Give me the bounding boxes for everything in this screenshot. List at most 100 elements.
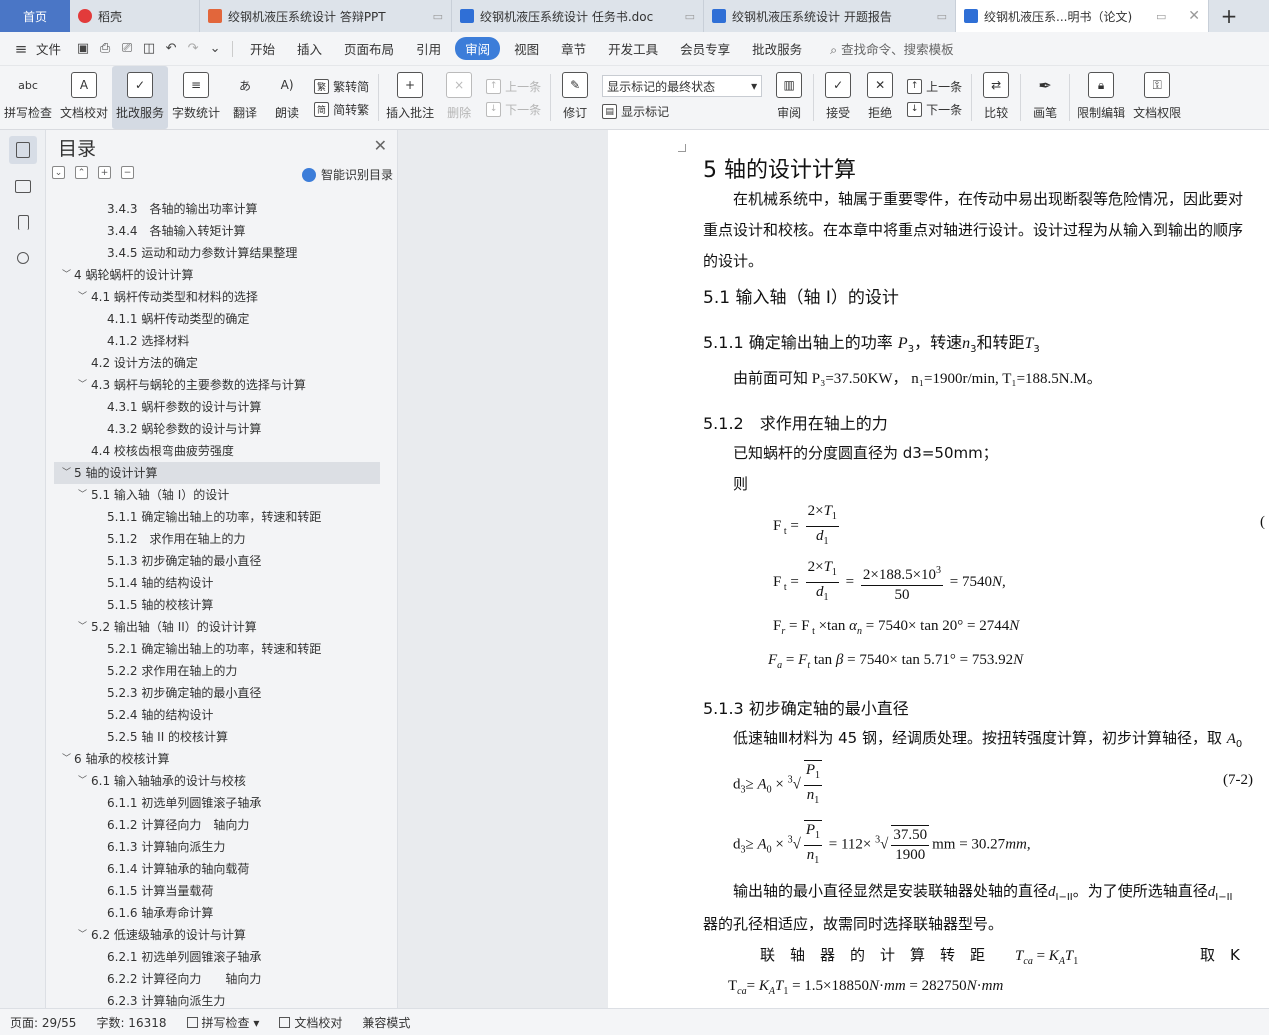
reject-button[interactable]: ✕ 拒绝	[859, 66, 901, 129]
toc-item[interactable]: ﹀ 5.1 输入轴（轴 I）的设计	[54, 484, 380, 506]
toc-item[interactable]: ﹀ 4.3 蜗杆与蜗轮的主要参数的选择与计算	[54, 374, 380, 396]
toc-item[interactable]: ﹀ 4 蜗轮蜗杆的设计计算	[54, 264, 380, 286]
next-comment-button[interactable]: ↓ 下一条	[486, 101, 541, 118]
document-page[interactable]: 5 轴的设计计算 在机械系统中，轴属于重要零件，在传动中易出现断裂等危险情况，因…	[608, 130, 1269, 1008]
trad-to-simp-button[interactable]: 繁繁转简	[314, 78, 369, 95]
toc-item[interactable]: 6.1.2 计算径向力 轴向力	[54, 814, 380, 836]
collapse-icon[interactable]: ⌄	[52, 166, 65, 179]
chevron-down-icon[interactable]: ﹀	[62, 462, 71, 484]
redo-icon[interactable]: ↷	[182, 41, 204, 56]
menu-member[interactable]: 会员专享	[669, 39, 741, 58]
tab-ppt[interactable]: 绞钢机液压系统设计 答辩PPT ▭	[200, 0, 452, 32]
menu-layout[interactable]: 页面布局	[333, 39, 405, 58]
word-count-button[interactable]: ≡ 字数统计	[168, 66, 224, 129]
simp-to-trad-button[interactable]: 简简转繁	[314, 101, 369, 118]
toc-item[interactable]: 5.1.2 求作用在轴上的力	[54, 528, 380, 550]
menu-insert[interactable]: 插入	[286, 39, 333, 58]
accept-button[interactable]: ✓ 接受	[817, 66, 859, 129]
toc-item[interactable]: 3.4.3 各轴的输出功率计算	[54, 198, 380, 220]
undo-icon[interactable]: ↶	[160, 41, 182, 56]
doc-permission-button[interactable]: ⚿ 文档权限	[1129, 66, 1185, 129]
prev-comment-button[interactable]: ↑ 上一条	[486, 78, 541, 95]
toc-item[interactable]: 5.1.3 初步确定轴的最小直径	[54, 550, 380, 572]
menu-start[interactable]: 开始	[239, 39, 286, 58]
toc-item[interactable]: 5.1.4 轴的结构设计	[54, 572, 380, 594]
track-changes-button[interactable]: ✎ 修订	[554, 66, 596, 129]
toc-item[interactable]: 6.1.1 初选单列圆锥滚子轴承	[54, 792, 380, 814]
toc-item[interactable]: 6.1.4 计算轴承的轴向载荷	[54, 858, 380, 880]
pen-button[interactable]: ✒ 画笔	[1024, 66, 1066, 129]
toc-item[interactable]: 6.1.5 计算当量载荷	[54, 880, 380, 902]
tab-task-doc[interactable]: 绞钢机液压系统设计 任务书.doc ▭	[452, 0, 704, 32]
chevron-down-icon[interactable]: ﹀	[78, 616, 87, 638]
toc-item[interactable]: ﹀ 5.2 输出轴（轴 II）的设计计算	[54, 616, 380, 638]
delete-comment-button[interactable]: × 删除	[438, 66, 480, 129]
toc-item[interactable]: 4.4 校核齿根弯曲疲劳强度	[54, 440, 380, 462]
spellcheck-toggle[interactable]: 拼写检查 ▾	[177, 1014, 270, 1031]
toc-item[interactable]: 6.1.6 轴承寿命计算	[54, 902, 380, 924]
toc-item[interactable]: 5.2.1 确定输出轴上的功率，转速和转距	[54, 638, 380, 660]
toc-item[interactable]: ﹀ 4.1 蜗杆传动类型和材料的选择	[54, 286, 380, 308]
print-icon[interactable]: ⎚	[116, 41, 138, 56]
toc-item[interactable]: 5.1.1 确定输出轴上的功率，转速和转距	[54, 506, 380, 528]
toc-item[interactable]: ﹀ 6.1 输入轴轴承的设计与校核	[54, 770, 380, 792]
translate-button[interactable]: あ翻译	[224, 66, 266, 129]
spellcheck-button[interactable]: abc 拼写检查	[0, 66, 56, 129]
insert-comment-button[interactable]: + 插入批注	[382, 66, 438, 129]
chevron-down-icon[interactable]: ﹀	[78, 924, 87, 946]
menu-correction[interactable]: 批改服务	[741, 39, 813, 58]
restrict-edit-button[interactable]: 🔒︎ 限制编辑	[1073, 66, 1129, 129]
tab-docer[interactable]: 稻壳	[70, 0, 200, 32]
chevron-down-icon[interactable]: ⌄	[204, 41, 226, 56]
monitor-icon[interactable]: ▭	[425, 10, 443, 23]
toc-item[interactable]: 5.2.5 轴 II 的校核计算	[54, 726, 380, 748]
monitor-icon[interactable]: ▭	[1148, 10, 1166, 23]
smart-toc-button[interactable]: 智能识别目录	[301, 166, 393, 183]
display-state-select[interactable]: 显示标记的最终状态 ▾	[602, 75, 763, 97]
preview-icon[interactable]: ◫	[138, 41, 160, 56]
toc-item[interactable]: ﹀ 6.2 低速级轴承的设计与计算	[54, 924, 380, 946]
menu-view[interactable]: 视图	[503, 39, 550, 58]
chapter-nav-icon[interactable]	[9, 172, 37, 200]
toc-item[interactable]: 4.3.2 蜗轮参数的设计与计算	[54, 418, 380, 440]
word-count[interactable]: 字数: 16318	[86, 1014, 176, 1031]
menu-reference[interactable]: 引用	[405, 39, 452, 58]
toc-item[interactable]: 3.4.4 各轴输入转矩计算	[54, 220, 380, 242]
toc-item[interactable]: 4.3.1 蜗杆参数的设计与计算	[54, 396, 380, 418]
toc-item[interactable]: ﹀ 6 轴承的校核计算	[54, 748, 380, 770]
toc-item[interactable]: 6.1.3 计算轴向派生力	[54, 836, 380, 858]
chevron-down-icon[interactable]: ﹀	[78, 286, 87, 308]
read-aloud-button[interactable]: A) 朗读	[266, 66, 308, 129]
toc-item[interactable]: 5.2.2 求作用在轴上的力	[54, 660, 380, 682]
toc-item[interactable]: 4.1.1 蜗杆传动类型的确定	[54, 308, 380, 330]
menu-devtools[interactable]: 开发工具	[597, 39, 669, 58]
tab-thesis[interactable]: 绞钢机液压系...明书（论文) ▭ ✕	[956, 0, 1209, 32]
menu-review[interactable]: 审阅	[455, 37, 501, 60]
monitor-icon[interactable]: ▭	[929, 10, 947, 23]
toc-item[interactable]: 6.2.1 初选单列圆锥滚子轴承	[54, 946, 380, 968]
next-change-button[interactable]: ↓ 下一条	[907, 101, 962, 118]
new-tab-button[interactable]: +	[1209, 0, 1249, 32]
save-icon[interactable]: ▣	[72, 41, 94, 56]
chevron-down-icon[interactable]: ﹀	[78, 770, 87, 792]
toc-item[interactable]: 5.2.3 初步确定轴的最小直径	[54, 682, 380, 704]
chevron-down-icon[interactable]: ﹀	[78, 374, 87, 396]
minus-icon[interactable]: −	[121, 166, 134, 179]
plus-icon[interactable]: +	[98, 166, 111, 179]
proofread-toggle[interactable]: 文档校对	[269, 1014, 352, 1031]
chevron-down-icon[interactable]: ﹀	[78, 484, 87, 506]
toc-item[interactable]: 6.2.2 计算径向力 轴向力	[54, 968, 380, 990]
toc-item[interactable]: 3.4.5 运动和动力参数计算结果整理	[54, 242, 380, 264]
close-icon[interactable]: ✕	[1182, 8, 1200, 24]
tab-proposal[interactable]: 绞钢机液压系统设计 开题报告 ▭	[704, 0, 956, 32]
search-icon[interactable]	[9, 244, 37, 272]
hamburger-icon[interactable]: ≡	[10, 40, 32, 58]
review-pane-button[interactable]: ▥ 审阅	[768, 66, 810, 129]
toc-item[interactable]: 4.1.2 选择材料	[54, 330, 380, 352]
expand-icon[interactable]: ⌃	[75, 166, 88, 179]
command-search[interactable]: ⌕ 查找命令、搜索模板	[819, 39, 965, 58]
toc-item[interactable]: 6.2.3 计算轴向派生力	[54, 990, 380, 1008]
correction-service-button[interactable]: ✓ 批改服务	[112, 66, 169, 129]
show-markup-button[interactable]: ▤ 显示标记	[602, 103, 762, 120]
chevron-down-icon[interactable]: ﹀	[62, 264, 71, 286]
